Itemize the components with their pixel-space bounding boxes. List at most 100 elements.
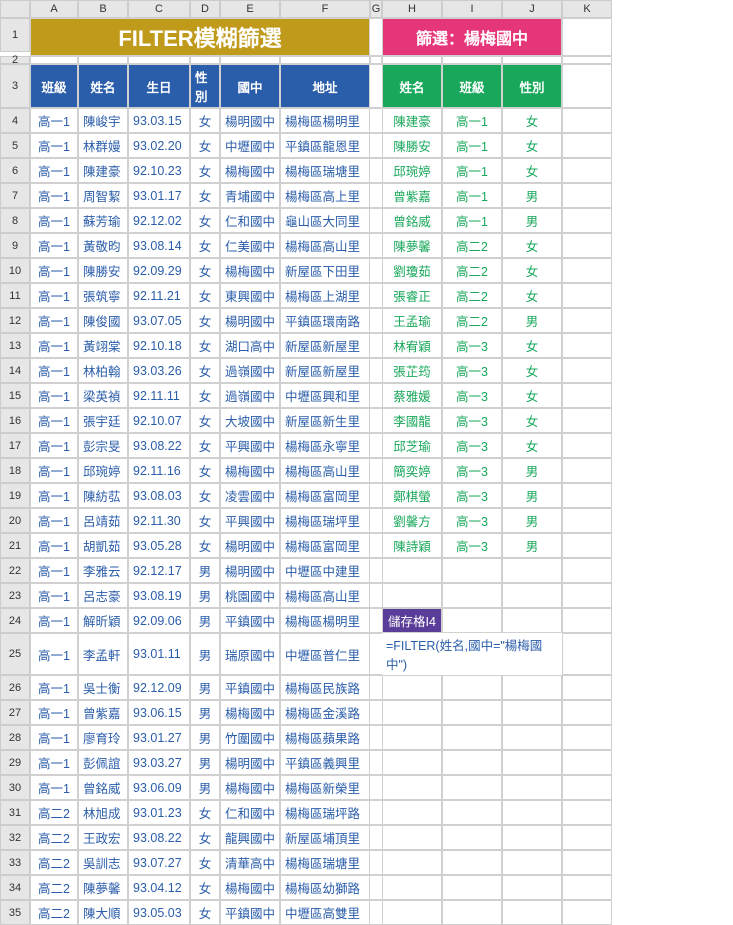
cell-A9[interactable]: 高一1: [30, 233, 78, 258]
cell-F23[interactable]: 楊梅區高山里: [280, 583, 370, 608]
cell-B29[interactable]: 彭佩誼: [78, 750, 128, 775]
cell-k22[interactable]: [562, 558, 612, 583]
cell-B9[interactable]: 黃敬昀: [78, 233, 128, 258]
cell-B17[interactable]: 彭宗旻: [78, 433, 128, 458]
cell-B19[interactable]: 陳紡苰: [78, 483, 128, 508]
cell-A19[interactable]: 高一1: [30, 483, 78, 508]
cell-J19[interactable]: 男: [502, 483, 562, 508]
cell-B5[interactable]: 林群嫚: [78, 133, 128, 158]
cell-E32[interactable]: 龍興國中: [220, 825, 280, 850]
cell-F17[interactable]: 楊梅區永寧里: [280, 433, 370, 458]
cell-I17[interactable]: 高一3: [442, 433, 502, 458]
cell-A28[interactable]: 高一1: [30, 725, 78, 750]
cell-C5[interactable]: 93.02.20: [128, 133, 190, 158]
cell-k32[interactable]: [562, 825, 612, 850]
col-header-A[interactable]: A: [30, 0, 78, 18]
cell-H16[interactable]: 李國龍: [382, 408, 442, 433]
cell-A20[interactable]: 高一1: [30, 508, 78, 533]
cell-E18[interactable]: 楊梅國中: [220, 458, 280, 483]
cell-F27[interactable]: 楊梅區金溪路: [280, 700, 370, 725]
select-all[interactable]: [0, 0, 30, 18]
cell-k26[interactable]: [562, 675, 612, 700]
cell-B16[interactable]: 張宇廷: [78, 408, 128, 433]
cell-k33[interactable]: [562, 850, 612, 875]
cell-C30[interactable]: 93.06.09: [128, 775, 190, 800]
r2-1[interactable]: [78, 56, 128, 64]
cell-I29[interactable]: [442, 750, 502, 775]
cell-C34[interactable]: 93.04.12: [128, 875, 190, 900]
col-header-H[interactable]: H: [382, 0, 442, 18]
cell-I19[interactable]: 高一3: [442, 483, 502, 508]
cell-D13[interactable]: 女: [190, 333, 220, 358]
cell-F35[interactable]: 中壢區高雙里: [280, 900, 370, 925]
cell-H23[interactable]: [382, 583, 442, 608]
cell-H15[interactable]: 蔡雅媛: [382, 383, 442, 408]
row-header-27[interactable]: 27: [0, 700, 30, 725]
cell-F12[interactable]: 平鎮區環南路: [280, 308, 370, 333]
cell-C31[interactable]: 93.01.23: [128, 800, 190, 825]
cell-A33[interactable]: 高二2: [30, 850, 78, 875]
cell-B22[interactable]: 李雅云: [78, 558, 128, 583]
cell-C28[interactable]: 93.01.27: [128, 725, 190, 750]
cell-J26[interactable]: [502, 675, 562, 700]
cell-C25[interactable]: 93.01.11: [128, 633, 190, 675]
cell-F15[interactable]: 中壢區興和里: [280, 383, 370, 408]
cell-A4[interactable]: 高一1: [30, 108, 78, 133]
cell-B21[interactable]: 胡凱茹: [78, 533, 128, 558]
cell-I4[interactable]: 高一1: [442, 108, 502, 133]
cell-F19[interactable]: 楊梅區富岡里: [280, 483, 370, 508]
cell-B26[interactable]: 吳士衡: [78, 675, 128, 700]
cell-J5[interactable]: 女: [502, 133, 562, 158]
row-header-29[interactable]: 29: [0, 750, 30, 775]
cell-C22[interactable]: 92.12.17: [128, 558, 190, 583]
cell-I14[interactable]: 高一3: [442, 358, 502, 383]
cell-F21[interactable]: 楊梅區富岡里: [280, 533, 370, 558]
row-header-20[interactable]: 20: [0, 508, 30, 533]
row-header-33[interactable]: 33: [0, 850, 30, 875]
row-header-5[interactable]: 5: [0, 133, 30, 158]
cell-F8[interactable]: 龜山區大同里: [280, 208, 370, 233]
cell-A14[interactable]: 高一1: [30, 358, 78, 383]
cell-A24[interactable]: 高一1: [30, 608, 78, 633]
r2-8[interactable]: [442, 56, 502, 64]
cell-E10[interactable]: 楊梅國中: [220, 258, 280, 283]
cell-F28[interactable]: 楊梅區蘋果路: [280, 725, 370, 750]
cell-D28[interactable]: 男: [190, 725, 220, 750]
cell-J28[interactable]: [502, 725, 562, 750]
cell-C16[interactable]: 92.10.07: [128, 408, 190, 433]
cell-I16[interactable]: 高一3: [442, 408, 502, 433]
cell-k34[interactable]: [562, 875, 612, 900]
row-header-28[interactable]: 28: [0, 725, 30, 750]
cell-B28[interactable]: 廖育玲: [78, 725, 128, 750]
cell-I26[interactable]: [442, 675, 502, 700]
col-header-G[interactable]: G: [370, 0, 382, 18]
cell-I8[interactable]: 高一1: [442, 208, 502, 233]
cell-H22[interactable]: [382, 558, 442, 583]
cell-A35[interactable]: 高二2: [30, 900, 78, 925]
row-header-21[interactable]: 21: [0, 533, 30, 558]
cell-C26[interactable]: 92.12.09: [128, 675, 190, 700]
cell-k21[interactable]: [562, 533, 612, 558]
cell-D23[interactable]: 男: [190, 583, 220, 608]
cell-E12[interactable]: 楊明國中: [220, 308, 280, 333]
cell-k12[interactable]: [562, 308, 612, 333]
cell-D29[interactable]: 男: [190, 750, 220, 775]
cell-D7[interactable]: 女: [190, 183, 220, 208]
col-header-K[interactable]: K: [562, 0, 612, 18]
cell-H30[interactable]: [382, 775, 442, 800]
cell-H12[interactable]: 王孟瑜: [382, 308, 442, 333]
cell-F31[interactable]: 楊梅區瑞坪路: [280, 800, 370, 825]
cell-k6[interactable]: [562, 158, 612, 183]
cell-J21[interactable]: 男: [502, 533, 562, 558]
cell-D22[interactable]: 男: [190, 558, 220, 583]
cell-k14[interactable]: [562, 358, 612, 383]
cell-E24[interactable]: 平鎮國中: [220, 608, 280, 633]
cell-k29[interactable]: [562, 750, 612, 775]
cell-E15[interactable]: 過嶺國中: [220, 383, 280, 408]
cell-C18[interactable]: 92.11.16: [128, 458, 190, 483]
cell-I27[interactable]: [442, 700, 502, 725]
cell-H19[interactable]: 鄭棋螢: [382, 483, 442, 508]
cell-E26[interactable]: 平鎮國中: [220, 675, 280, 700]
cell-E28[interactable]: 竹圍國中: [220, 725, 280, 750]
cell-D17[interactable]: 女: [190, 433, 220, 458]
